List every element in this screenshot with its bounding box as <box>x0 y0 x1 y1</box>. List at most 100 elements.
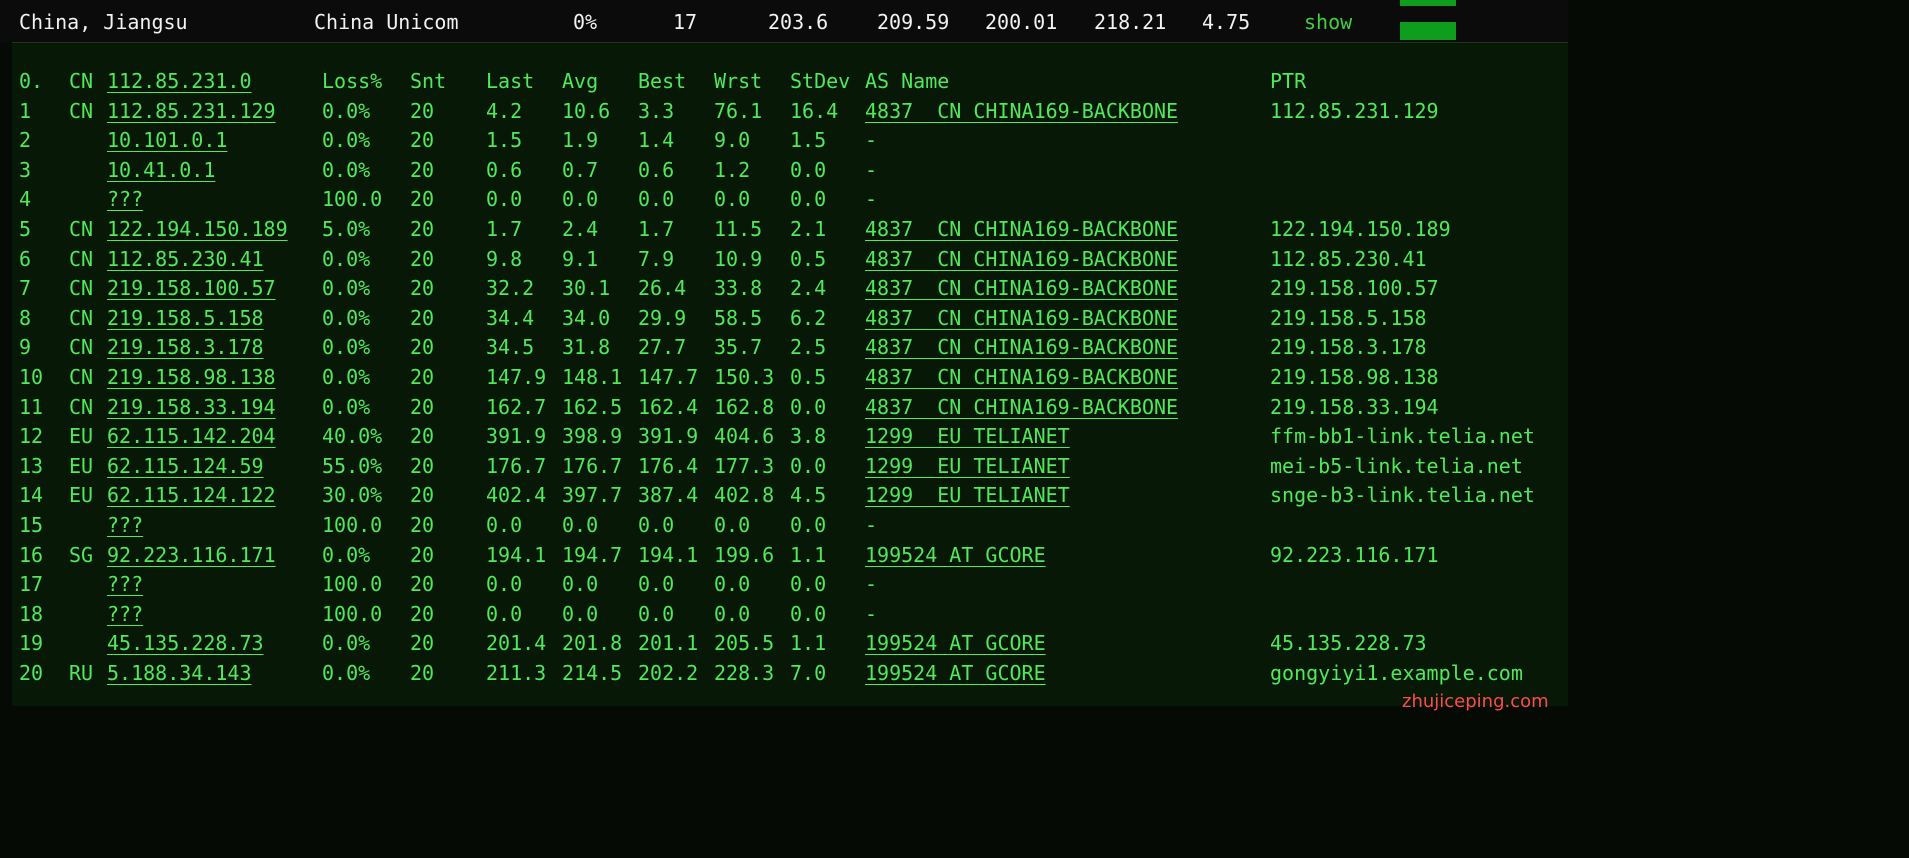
host-link[interactable]: 10.101.0.1 <box>107 125 227 155</box>
worst-cell: 162.8 <box>714 394 775 419</box>
show-link[interactable]: show <box>1304 10 1352 34</box>
table-row: 2 10.101.0.1 0.0% 20 1.5 1.9 1.4 9.0 1.5 - <box>12 125 1568 155</box>
best-cell: 1.7 <box>638 217 675 241</box>
host-link[interactable]: 62.115.124.122 <box>107 480 276 510</box>
avg-cell: 397.7 <box>562 483 623 508</box>
hop-cell: 12 <box>19 424 44 449</box>
host-link[interactable]: ??? <box>107 569 143 599</box>
hop-cell: 15 <box>19 513 44 537</box>
loss-cell: 30.0% <box>322 483 383 508</box>
host-link[interactable]: ??? <box>107 184 143 214</box>
as-name-link[interactable]: 4837 CN CHINA169-BACKBONE <box>865 303 1178 333</box>
last-cell: 34.4 <box>486 305 535 330</box>
loss-cell: 0.0% <box>322 276 371 301</box>
as-name-link[interactable]: 4837 CN CHINA169-BACKBONE <box>865 244 1178 274</box>
table-row: 7 CN 219.158.100.57 0.0% 20 32.2 30.1 26.4 33.8 2… <box>12 273 1568 303</box>
as-name-link[interactable]: 199524 AT GCORE <box>865 658 1046 688</box>
avg-cell: 148.1 <box>562 365 623 389</box>
host-link[interactable]: 112.85.231.129 <box>107 96 276 126</box>
best-cell: 147.7 <box>638 365 699 389</box>
host-link[interactable]: 10.41.0.1 <box>107 155 215 185</box>
header-host[interactable]: 112.85.231.0 <box>107 66 252 96</box>
country-cell: CN <box>69 276 94 301</box>
country-cell: CN <box>69 246 94 271</box>
host-link[interactable]: 219.158.100.57 <box>107 273 276 303</box>
loss-cell: 100.0 <box>322 572 383 597</box>
ptr-cell: 219.158.33.194 <box>1270 394 1439 419</box>
best-cell: 202.2 <box>638 661 699 685</box>
worst-cell: 0.0 <box>714 513 751 537</box>
summary-sent: 17 <box>673 10 698 34</box>
stdev-cell: 0.0 <box>790 394 827 419</box>
sent-cell: 20 <box>410 98 435 123</box>
table-row: 14 EU 62.115.124.122 30.0% 20 402.4 397.7 387.4… <box>12 480 1568 510</box>
best-cell: 1.4 <box>638 128 675 153</box>
last-cell: 34.5 <box>486 335 535 360</box>
host-link[interactable]: 219.158.33.194 <box>107 392 276 422</box>
avg-cell: 0.0 <box>562 601 599 626</box>
sent-cell: 20 <box>410 365 435 389</box>
host-link[interactable]: ??? <box>107 510 143 540</box>
worst-cell: 150.3 <box>714 365 775 389</box>
sent-cell: 20 <box>410 661 435 685</box>
as-name-link[interactable]: 4837 CN CHINA169-BACKBONE <box>865 96 1178 126</box>
header-wrst: Wrst <box>714 69 763 93</box>
host-link[interactable]: 219.158.98.138 <box>107 362 276 392</box>
stdev-cell: 7.0 <box>790 661 827 685</box>
host-link[interactable]: 219.158.5.158 <box>107 303 264 333</box>
as-name-link[interactable]: 4837 CN CHINA169-BACKBONE <box>865 392 1178 422</box>
sent-cell: 20 <box>410 453 435 478</box>
as-name-link[interactable]: 199524 AT GCORE <box>865 628 1046 658</box>
hop-cell: 1 <box>19 98 32 123</box>
host-link[interactable]: 62.115.142.204 <box>107 421 276 451</box>
as-name-link[interactable]: 4837 CN CHINA169-BACKBONE <box>865 362 1178 392</box>
worst-cell: 76.1 <box>714 98 763 123</box>
sent-cell: 20 <box>410 631 435 656</box>
stdev-cell: 1.1 <box>790 542 827 567</box>
as-name-link[interactable]: 4837 CN CHINA169-BACKBONE <box>865 332 1178 362</box>
country-cell: CN <box>69 365 94 389</box>
header-snt: Snt <box>410 69 447 93</box>
host-link[interactable]: ??? <box>107 599 143 629</box>
host-link[interactable]: 112.85.230.41 <box>107 244 264 274</box>
stdev-cell: 1.1 <box>790 631 827 656</box>
stdev-cell: 0.5 <box>790 365 827 389</box>
best-cell: 26.4 <box>638 276 687 301</box>
host-link[interactable]: 122.194.150.189 <box>107 214 288 244</box>
table-row: 17??? 100.0 20 0.0 0.0 0.0 0.0 0.0 - <box>12 569 1568 599</box>
best-cell: 201.1 <box>638 631 699 656</box>
loss-cell: 0.0% <box>322 394 371 419</box>
worst-cell: 199.6 <box>714 542 775 567</box>
host-link[interactable]: 5.188.34.143 <box>107 658 252 688</box>
as-name-link[interactable]: 4837 CN CHINA169-BACKBONE <box>865 273 1178 303</box>
as-name-link[interactable]: 199524 AT GCORE <box>865 540 1046 570</box>
avg-cell: 194.7 <box>562 542 623 567</box>
header-avg: Avg <box>562 69 599 93</box>
sent-cell: 20 <box>410 572 435 597</box>
country-cell: CN <box>69 217 94 241</box>
sent-cell: 20 <box>410 513 435 537</box>
as-name-link: - <box>865 601 878 626</box>
avg-cell: 34.0 <box>562 305 611 330</box>
sent-cell: 20 <box>410 128 435 153</box>
host-link[interactable]: 219.158.3.178 <box>107 332 264 362</box>
as-name-link[interactable]: 1299 EU TELIANET <box>865 480 1070 510</box>
hop-cell: 20 <box>19 661 44 685</box>
avg-cell: 2.4 <box>562 217 599 241</box>
as-name-link: - <box>865 513 878 537</box>
hop-cell: 6 <box>19 246 32 271</box>
last-cell: 176.7 <box>486 453 547 478</box>
host-link[interactable]: 92.223.116.171 <box>107 540 276 570</box>
as-name-link[interactable]: 1299 EU TELIANET <box>865 421 1070 451</box>
summary-avg: 209.59 <box>877 10 950 34</box>
worst-cell: 35.7 <box>714 335 763 360</box>
table-row: 11 CN 219.158.33.194 0.0% 20 162.7 162.5 162.4 1… <box>12 392 1568 422</box>
as-name-link[interactable]: 1299 EU TELIANET <box>865 451 1070 481</box>
as-name-link[interactable]: 4837 CN CHINA169-BACKBONE <box>865 214 1178 244</box>
host-link[interactable]: 45.135.228.73 <box>107 628 264 658</box>
ptr-cell: gongyiyi1.example.com <box>1270 661 1523 685</box>
host-link[interactable]: 62.115.124.59 <box>107 451 264 481</box>
best-cell: 0.0 <box>638 601 675 626</box>
last-cell: 0.0 <box>486 572 523 597</box>
sent-cell: 20 <box>410 335 435 360</box>
